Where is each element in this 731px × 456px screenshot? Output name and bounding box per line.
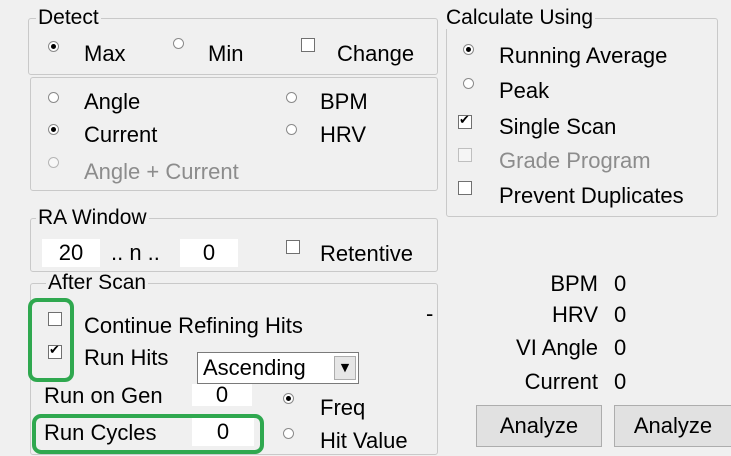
after-scan-title: After Scan bbox=[46, 271, 149, 294]
bpm-readout-value: 0 bbox=[614, 271, 627, 296]
running-average-radio[interactable] bbox=[463, 44, 474, 55]
current-radio[interactable] bbox=[48, 124, 59, 135]
single-scan-checkbox[interactable] bbox=[458, 113, 472, 129]
current-label[interactable]: Current bbox=[84, 123, 157, 147]
hrv-readout-value: 0 bbox=[614, 302, 627, 327]
run-on-gen-label: Run on Gen bbox=[44, 383, 163, 408]
analyze-button-2[interactable]: Analyze bbox=[614, 405, 731, 447]
run-cycles-input[interactable]: 0 bbox=[192, 418, 254, 446]
hit-value-radio[interactable] bbox=[283, 428, 294, 439]
angle-current-label: Angle + Current bbox=[84, 159, 239, 184]
hrv-radio[interactable] bbox=[286, 124, 297, 135]
run-hits-label[interactable]: Run Hits bbox=[84, 346, 168, 370]
run-hits-checkbox[interactable] bbox=[48, 343, 62, 359]
detect-change-checkbox[interactable] bbox=[301, 38, 315, 52]
hit-value-label[interactable]: Hit Value bbox=[320, 429, 408, 453]
running-average-label[interactable]: Running Average bbox=[499, 44, 667, 68]
peak-label[interactable]: Peak bbox=[499, 79, 549, 103]
analyze-button[interactable]: Analyze bbox=[476, 405, 602, 447]
hrv-readout-label: HRV bbox=[551, 302, 598, 327]
bpm-readout-label: BPM bbox=[550, 271, 598, 296]
ra-range-text: .. n .. bbox=[111, 240, 160, 265]
vi-angle-readout-value: 0 bbox=[614, 335, 627, 360]
retentive-label[interactable]: Retentive bbox=[320, 242, 413, 266]
single-scan-label[interactable]: Single Scan bbox=[499, 115, 616, 139]
ra-from-input[interactable]: 20 bbox=[42, 239, 100, 267]
chevron-down-icon[interactable]: ▼ bbox=[334, 356, 356, 380]
current-readout-label: Current bbox=[524, 369, 598, 394]
calculate-title: Calculate Using bbox=[444, 6, 596, 29]
detect-title: Detect bbox=[36, 6, 101, 29]
angle-radio[interactable] bbox=[48, 92, 59, 103]
continue-refining-label[interactable]: Continue Refining Hits bbox=[84, 314, 303, 338]
retentive-checkbox[interactable] bbox=[286, 240, 300, 254]
detect-min-radio[interactable] bbox=[173, 38, 184, 49]
current-readout-value: 0 bbox=[614, 369, 627, 394]
detect-change-label[interactable]: Change bbox=[337, 42, 414, 66]
detect-max-radio[interactable] bbox=[48, 41, 59, 52]
angle-current-radio bbox=[48, 157, 59, 168]
angle-label[interactable]: Angle bbox=[84, 90, 140, 114]
grade-program-checkbox bbox=[458, 148, 472, 162]
bpm-label[interactable]: BPM bbox=[320, 90, 368, 114]
hrv-label[interactable]: HRV bbox=[320, 123, 366, 147]
continue-refining-checkbox[interactable] bbox=[48, 312, 62, 326]
run-cycles-label: Run Cycles bbox=[44, 420, 157, 445]
prevent-duplicates-checkbox[interactable] bbox=[458, 181, 472, 195]
freq-radio[interactable] bbox=[283, 393, 294, 404]
peak-radio[interactable] bbox=[463, 78, 474, 89]
bpm-radio[interactable] bbox=[286, 92, 297, 103]
grade-program-label: Grade Program bbox=[499, 148, 651, 173]
vi-angle-readout-label: VI Angle bbox=[516, 335, 598, 360]
run-on-gen-input[interactable]: 0 bbox=[192, 384, 252, 406]
after-scan-dash: - bbox=[426, 301, 434, 326]
prevent-duplicates-label[interactable]: Prevent Duplicates bbox=[499, 184, 684, 208]
ra-window-title: RA Window bbox=[36, 206, 149, 229]
order-select-value: Ascending bbox=[203, 355, 306, 380]
detect-max-label[interactable]: Max bbox=[84, 42, 126, 66]
order-select[interactable]: Ascending ▼ bbox=[197, 352, 359, 384]
ra-to-input[interactable]: 0 bbox=[180, 239, 238, 267]
detect-min-label[interactable]: Min bbox=[208, 42, 243, 66]
freq-label[interactable]: Freq bbox=[320, 396, 365, 420]
